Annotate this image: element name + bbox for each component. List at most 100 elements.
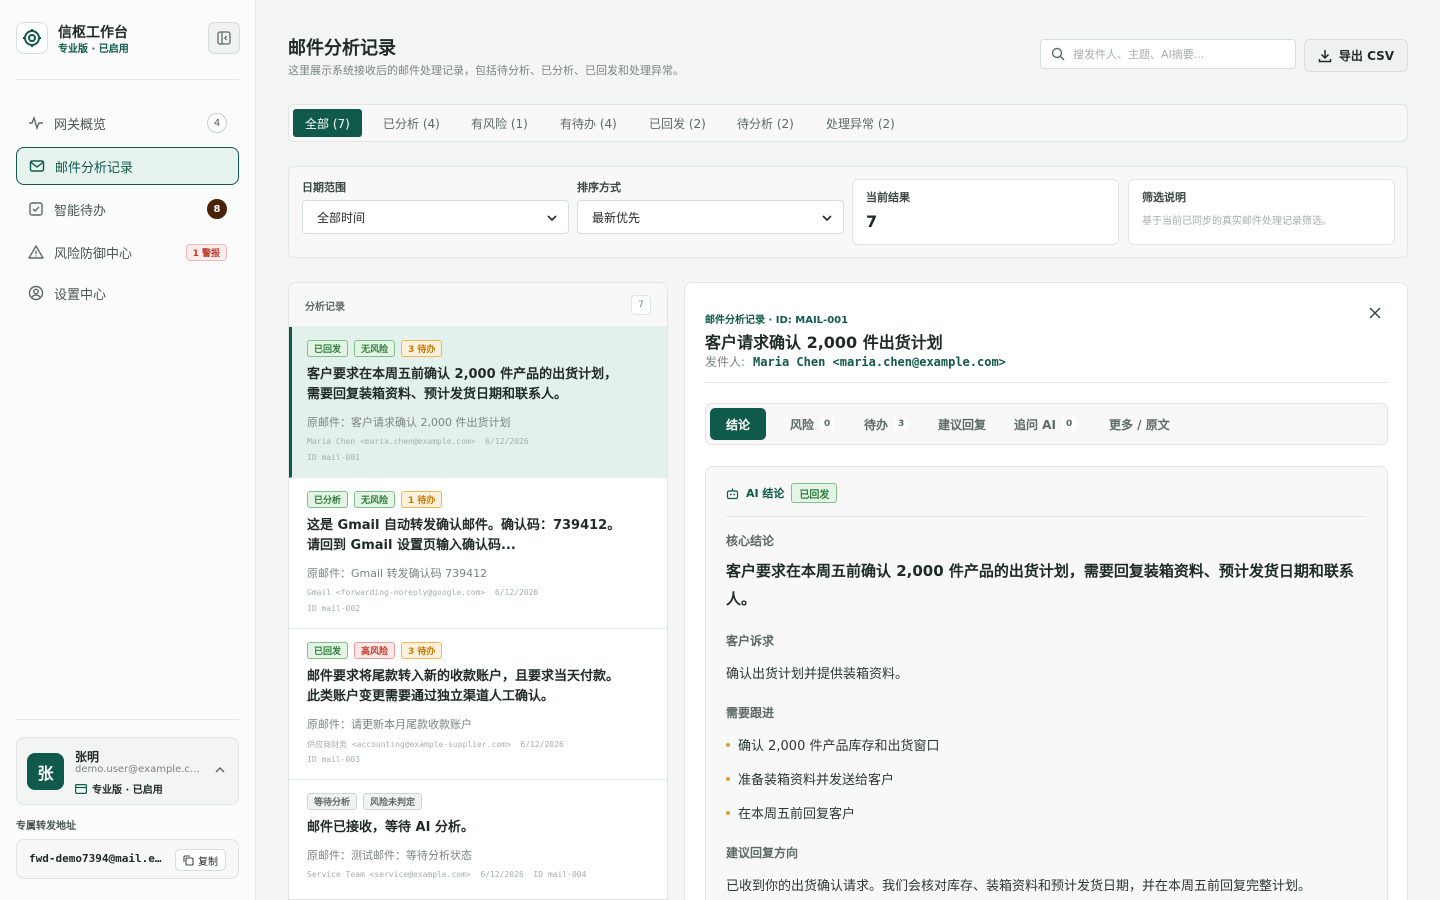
record-list: 分析记录 7 已回发 无风险 3 待办 客户要求在本周五前确认 2,000 件产…	[288, 282, 668, 900]
tab-label: 建议回复	[938, 417, 987, 432]
tab-ask-ai[interactable]: 追问 AI 0	[1014, 408, 1077, 440]
record-meta: Service Team <service@example.com> 6/12/…	[307, 870, 586, 879]
user-email: demo.user@example.com	[75, 764, 203, 775]
ai-conclusion-card: AI 结论 已回发 核心结论 客户要求在本周五前确认 2,000 件产品的出货计…	[705, 466, 1388, 900]
status-badge: 等待分析	[307, 793, 358, 810]
todo-badge: 1 待办	[401, 491, 443, 508]
brand-name: 信枢工作台	[58, 25, 128, 41]
record-date: 6/12/2026	[480, 870, 524, 879]
chevron-down-icon	[547, 215, 557, 222]
followup-text: 确认 2,000 件产品库存和出货窗口	[738, 739, 940, 754]
sidebar-item-label: 设置中心	[54, 287, 107, 303]
user-plan-label: 专业版 · 已启用	[92, 785, 163, 796]
record-original: 原邮件：Gmail 转发确认码 739412	[307, 567, 488, 580]
record-summary: 这是 Gmail 自动转发确认邮件。确认码：739412。请回到 Gmail 设…	[307, 518, 621, 553]
filter-note-label: 筛选说明	[1142, 191, 1186, 204]
date-range-select[interactable]: 全部时间	[302, 200, 569, 234]
detail-title: 客户请求确认 2,000 件出货计划	[705, 333, 943, 352]
sidebar-item-smart-todo[interactable]: 智能待办 8	[16, 190, 239, 228]
followup-label: 需要跟进	[726, 706, 775, 720]
tab-risk-detail[interactable]: 风险 0	[790, 408, 835, 440]
sidebar-item-risk-center[interactable]: 风险防御中心 1 警报	[16, 233, 239, 271]
core-conclusion-label: 核心结论	[726, 534, 775, 548]
reply-direction-label: 建议回复方向	[726, 846, 799, 860]
list-item[interactable]: 已回发 高风险 3 待办 邮件要求将尾款转入新的收款账户，且要求当天付款。此类账…	[289, 629, 667, 780]
tab-error[interactable]: 处理异常 (2)	[814, 109, 907, 137]
date-range-label: 日期范围	[302, 181, 346, 194]
list-item[interactable]: 已分析 无风险 1 待办 这是 Gmail 自动转发确认邮件。确认码：73941…	[289, 478, 667, 629]
todo-count-badge: 8	[207, 199, 227, 219]
bullet-dot	[726, 776, 730, 781]
record-meta: Gmail <forwarding-noreply@google.com> 6/…	[307, 588, 538, 597]
search-input[interactable]: 搜发件人、主题、AI摘要...	[1040, 39, 1296, 69]
download-icon	[1318, 49, 1332, 62]
detail-sender: 发件人: Maria Chen <maria.chen@example.com>	[705, 353, 1006, 370]
sidebar-item-overview[interactable]: 网关概览 4	[16, 104, 239, 142]
sidebar: 信枢工作台 专业版 · 已启用 网关概览 4 邮件分析记录 智能待办 8 风险防…	[0, 0, 256, 900]
record-id: ID mail-001	[307, 453, 360, 462]
ai-divider	[726, 516, 1366, 517]
list-item[interactable]: 等待分析 风险未判定 邮件已接收，等待 AI 分析。 原邮件：测试邮件：等待分析…	[289, 780, 667, 899]
card-icon	[75, 783, 87, 794]
followup-item: 确认 2,000 件产品库存和出货窗口	[726, 735, 939, 754]
sidebar-item-label: 智能待办	[54, 203, 107, 219]
page-title: 邮件分析记录	[288, 38, 396, 59]
sidebar-item-settings[interactable]: 设置中心	[16, 274, 239, 312]
overview-count-badge: 4	[207, 113, 227, 133]
robot-icon	[726, 488, 739, 499]
sidebar-item-mail-records[interactable]: 邮件分析记录	[16, 147, 239, 185]
activity-icon	[27, 114, 45, 132]
record-id: ID mail-003	[307, 755, 360, 764]
tab-more-original[interactable]: 更多 / 原文	[1109, 408, 1170, 440]
todo-badge: 3 待办	[401, 642, 443, 659]
export-csv-label: 导出 CSV	[1338, 49, 1395, 63]
risk-badge: 无风险	[354, 340, 396, 357]
tab-todo-detail[interactable]: 待办 3	[864, 408, 909, 440]
export-csv-button[interactable]: 导出 CSV	[1304, 39, 1408, 72]
record-sender: Gmail <forwarding-noreply@google.com>	[307, 588, 486, 597]
close-icon[interactable]	[1369, 307, 1381, 319]
bullet-dot	[726, 742, 730, 747]
detail-kicker: 邮件分析记录 · ID: MAIL-001	[705, 315, 849, 326]
avatar: 张	[27, 753, 64, 790]
user-card[interactable]: 张 张明 demo.user@example.com 专业版 · 已启用	[16, 737, 239, 805]
tab-replied[interactable]: 已回发 (2)	[637, 109, 718, 137]
ai-conclusion-header: AI 结论 已回发	[726, 483, 838, 503]
followup-text: 准备装箱资料并发送给客户	[738, 773, 895, 788]
record-date: 6/12/2026	[485, 437, 529, 446]
tab-count: 0	[820, 418, 835, 430]
forward-address-label: 专属转发地址	[16, 821, 76, 832]
copy-button[interactable]: 复制	[175, 849, 226, 871]
list-item[interactable]: 已回发 无风险 3 待办 客户要求在本周五前确认 2,000 件产品的出货计划，…	[289, 327, 667, 478]
ai-conclusion-label: AI 结论	[746, 487, 785, 500]
record-summary: 客户要求在本周五前确认 2,000 件产品的出货计划，需要回复装箱资料、预计发货…	[307, 367, 618, 402]
tab-analyzed[interactable]: 已分析 (4)	[371, 109, 452, 137]
tab-all[interactable]: 全部 (7)	[293, 109, 362, 137]
followup-item: 在本周五前回复客户	[726, 803, 855, 822]
tab-suggested-reply[interactable]: 建议回复	[938, 408, 986, 440]
collapse-sidebar-button[interactable]	[208, 22, 240, 54]
todo-badge: 3 待办	[401, 340, 443, 357]
detail-sender-label: 发件人:	[705, 355, 746, 369]
forward-address: fwd-demo7394@mail.example.com	[29, 852, 164, 865]
tab-risk[interactable]: 有风险 (1)	[459, 109, 540, 137]
sort-select[interactable]: 最新优先	[577, 200, 844, 234]
date-range-value: 全部时间	[317, 210, 366, 225]
risk-badge: 风险未判定	[363, 793, 423, 810]
tab-label: 风险	[790, 417, 815, 432]
tab-pending[interactable]: 待分析 (2)	[725, 109, 806, 137]
record-sender: Maria Chen <maria.chen@example.com>	[307, 437, 476, 446]
sidebar-divider	[16, 79, 239, 80]
filter-note-card: 筛选说明 基于当前已同步的真实邮件处理记录筛选。	[1128, 179, 1395, 245]
copy-icon	[183, 854, 194, 866]
tab-conclusion[interactable]: 结论	[710, 408, 767, 440]
record-id: ID mail-002	[307, 604, 360, 613]
chevron-up-icon[interactable]	[214, 764, 226, 776]
sidebar-item-label: 邮件分析记录	[55, 160, 134, 176]
record-sender: 供应商财务 <accounting@example-supplier.com>	[307, 740, 511, 749]
sidebar-item-label: 风险防御中心	[54, 246, 133, 262]
tab-todo[interactable]: 有待办 (4)	[548, 109, 629, 137]
risk-badge: 高风险	[354, 642, 396, 659]
core-conclusion: 客户要求在本周五前确认 2,000 件产品的出货计划，需要回复装箱资料、预计发货…	[726, 562, 1354, 608]
record-meta: Maria Chen <maria.chen@example.com> 6/12…	[307, 437, 529, 446]
